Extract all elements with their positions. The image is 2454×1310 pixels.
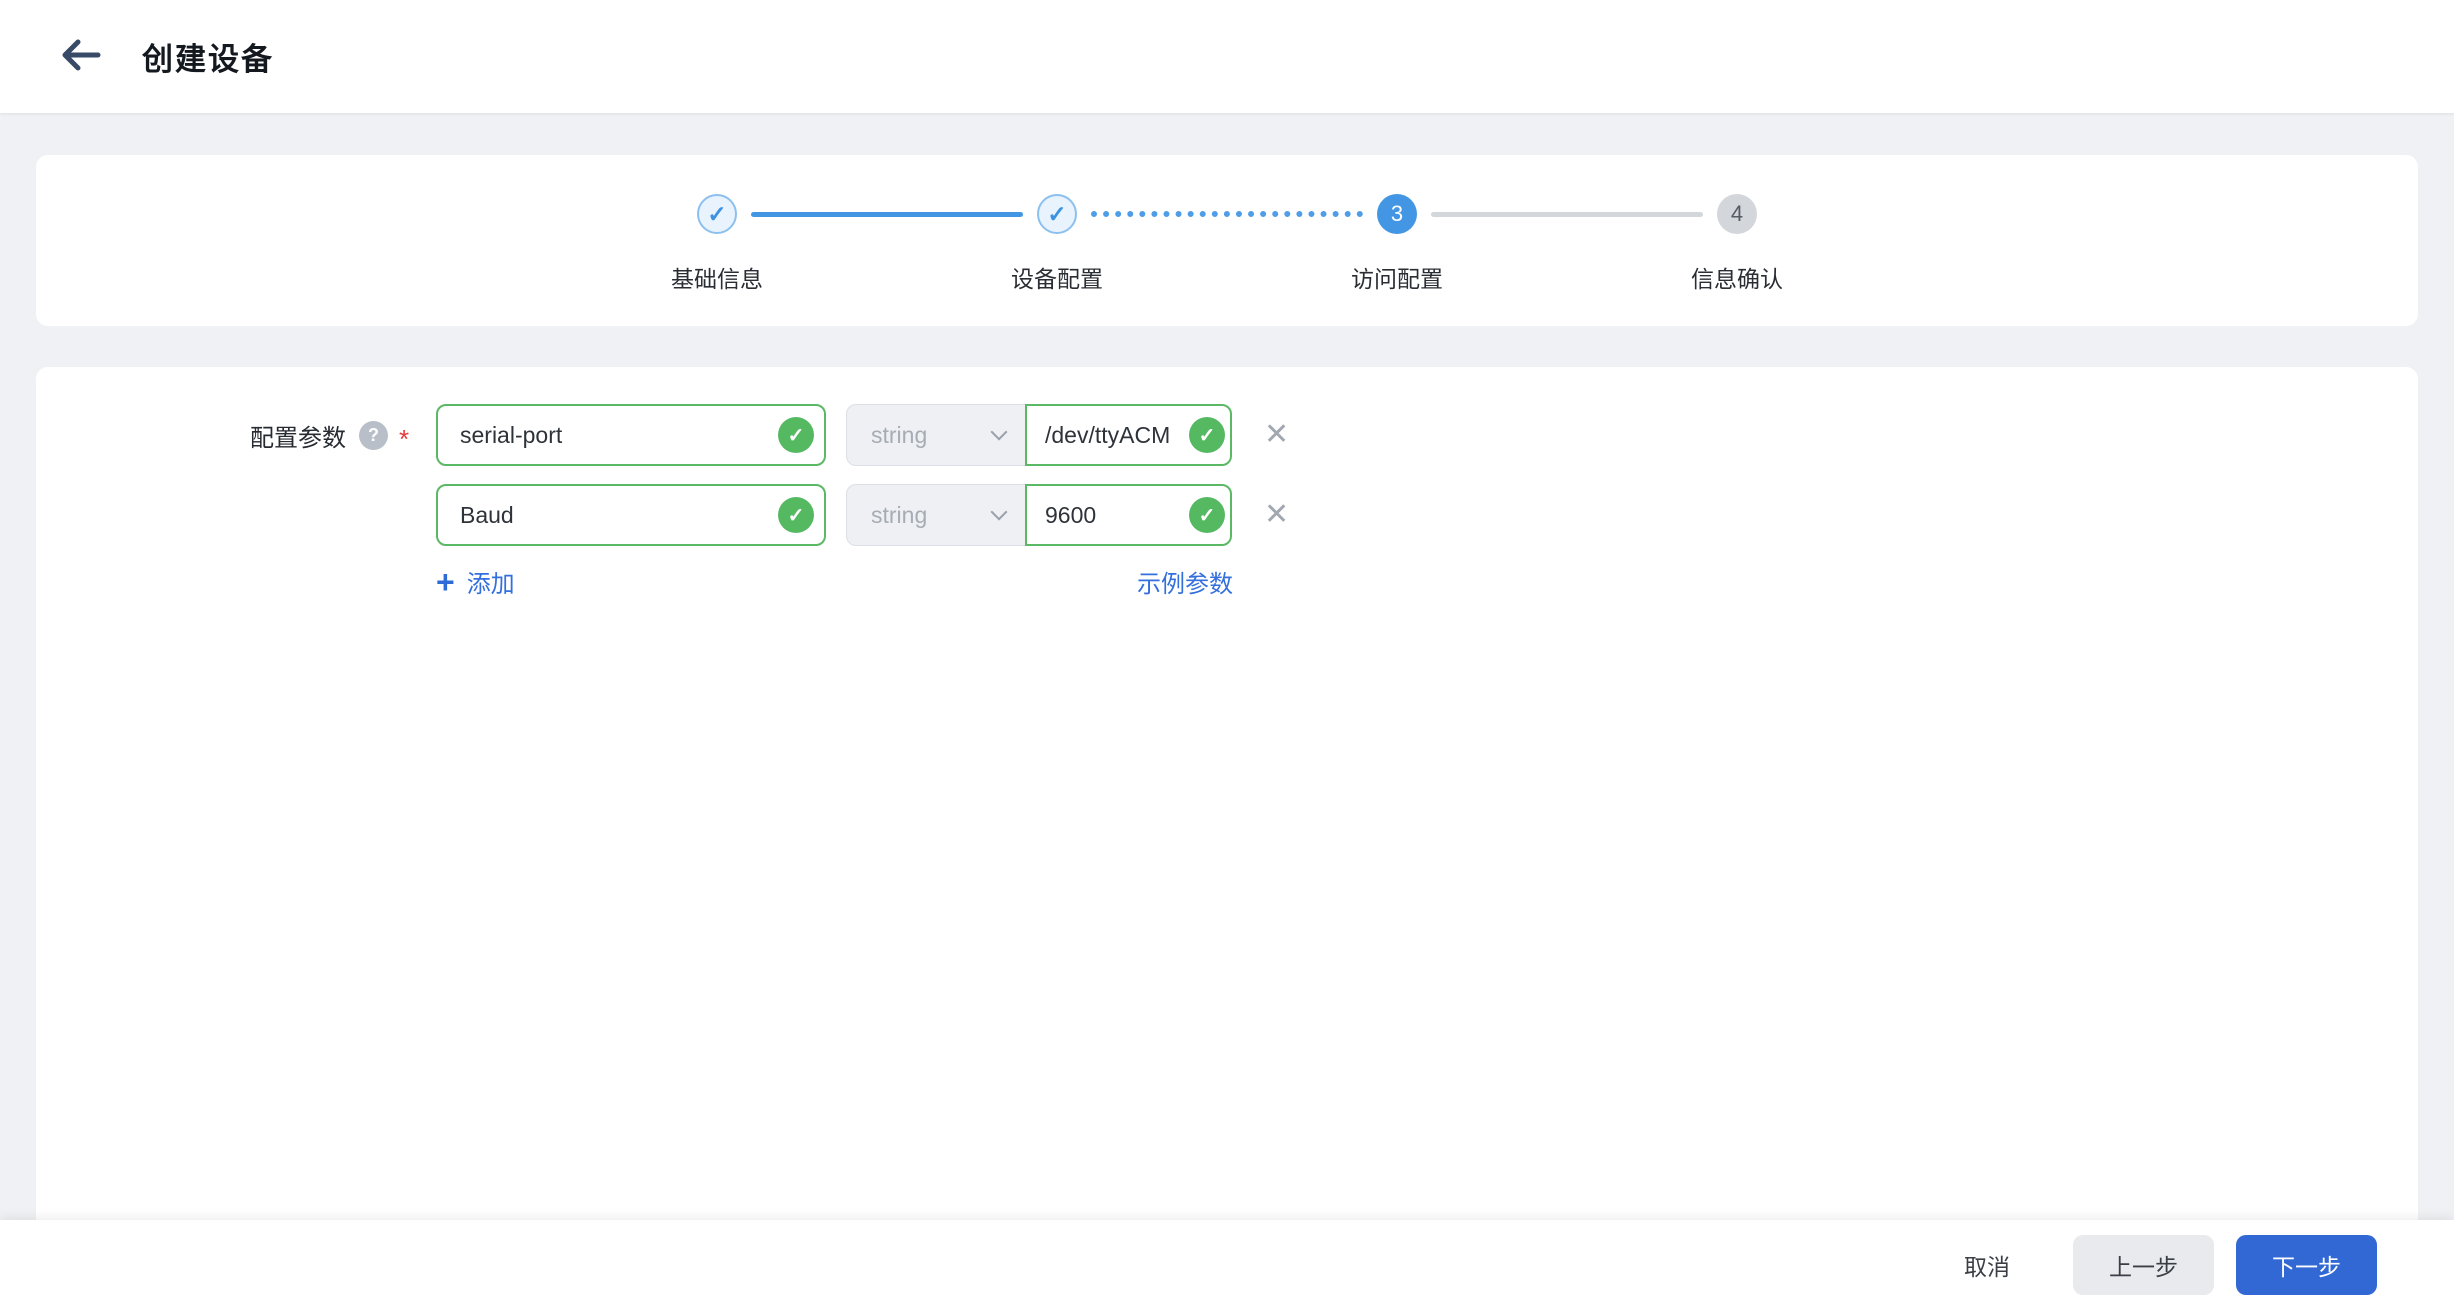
required-asterisk: * <box>399 416 409 455</box>
page-title: 创建设备 <box>142 34 274 79</box>
close-icon: ✕ <box>1264 498 1289 531</box>
step-label: 访问配置 <box>1351 260 1443 294</box>
step-connector-pending <box>1431 212 1703 217</box>
step-label: 基础信息 <box>671 260 763 294</box>
step-pending-circle: 4 <box>1717 194 1757 234</box>
config-params-card: 配置参数 ? * ✓ string ✓ ✕ <box>36 367 2418 1220</box>
remove-param-button[interactable]: ✕ <box>1264 420 1289 450</box>
arrow-left-icon <box>58 38 102 75</box>
valid-check-icon: ✓ <box>1189 417 1225 453</box>
step-done-circle: ✓ <box>697 194 737 234</box>
close-icon: ✕ <box>1264 418 1289 451</box>
param-type-value-group: string ✓ <box>846 484 1232 546</box>
step-access-config: 3 访问配置 <box>1227 194 1567 294</box>
param-type-value-group: string ✓ <box>846 404 1232 466</box>
add-param-label: 添加 <box>467 564 515 599</box>
check-glyph: ✓ <box>788 503 805 528</box>
param-name-input[interactable] <box>436 404 826 466</box>
plus-icon: + <box>436 566 455 598</box>
add-param-button[interactable]: + 添加 <box>436 564 515 599</box>
check-glyph: ✓ <box>1199 503 1216 528</box>
check-icon: ✓ <box>1047 201 1066 228</box>
step-basic-info: ✓ 基础信息 <box>547 194 887 294</box>
valid-check-icon: ✓ <box>778 497 814 533</box>
check-glyph: ✓ <box>1199 423 1216 448</box>
valid-check-icon: ✓ <box>778 417 814 453</box>
step-done-circle: ✓ <box>1037 194 1077 234</box>
step-connector-dotted <box>1091 211 1363 217</box>
param-row: ✓ string ✓ ✕ <box>436 404 1289 466</box>
param-row: ✓ string ✓ ✕ <box>436 484 1289 546</box>
next-step-button[interactable]: 下一步 <box>2236 1235 2377 1295</box>
param-type-value: string <box>871 422 927 449</box>
param-value-field: ✓ <box>1025 484 1232 546</box>
step-label: 设备配置 <box>1011 260 1103 294</box>
param-name-field: ✓ <box>436 484 826 546</box>
param-links-row: + 添加 示例参数 <box>436 564 1233 599</box>
step-device-config: ✓ 设备配置 <box>887 194 1227 294</box>
step-info-confirm: 4 信息确认 <box>1567 194 1907 294</box>
step-wizard-card: ✓ 基础信息 ✓ 设备配置 3 访问配置 4 信息确认 <box>36 155 2418 326</box>
step-wizard: ✓ 基础信息 ✓ 设备配置 3 访问配置 4 信息确认 <box>547 194 1907 294</box>
param-type-value: string <box>871 502 927 529</box>
step-label: 信息确认 <box>1691 260 1783 294</box>
remove-param-button[interactable]: ✕ <box>1264 500 1289 530</box>
back-button[interactable] <box>58 38 102 75</box>
param-name-input[interactable] <box>436 484 826 546</box>
chevron-down-icon <box>991 503 1008 520</box>
valid-check-icon: ✓ <box>1189 497 1225 533</box>
config-params-label: 配置参数 <box>250 418 346 453</box>
check-glyph: ✓ <box>788 423 805 448</box>
param-name-field: ✓ <box>436 404 826 466</box>
example-params-link[interactable]: 示例参数 <box>1137 564 1233 599</box>
check-icon: ✓ <box>707 201 726 228</box>
config-params-label-row: 配置参数 ? * <box>250 404 409 466</box>
page-header: 创建设备 <box>0 0 2454 113</box>
cancel-button[interactable]: 取消 <box>1964 1248 2010 1282</box>
chevron-down-icon <box>991 423 1008 440</box>
footer-action-bar: 取消 上一步 下一步 <box>0 1220 2454 1310</box>
param-type-select[interactable]: string <box>846 484 1026 546</box>
previous-step-button[interactable]: 上一步 <box>2073 1235 2214 1295</box>
param-type-select[interactable]: string <box>846 404 1026 466</box>
param-value-field: ✓ <box>1025 404 1232 466</box>
step-connector-done <box>751 212 1023 217</box>
help-icon[interactable]: ? <box>359 421 388 450</box>
step-active-circle: 3 <box>1377 194 1417 234</box>
